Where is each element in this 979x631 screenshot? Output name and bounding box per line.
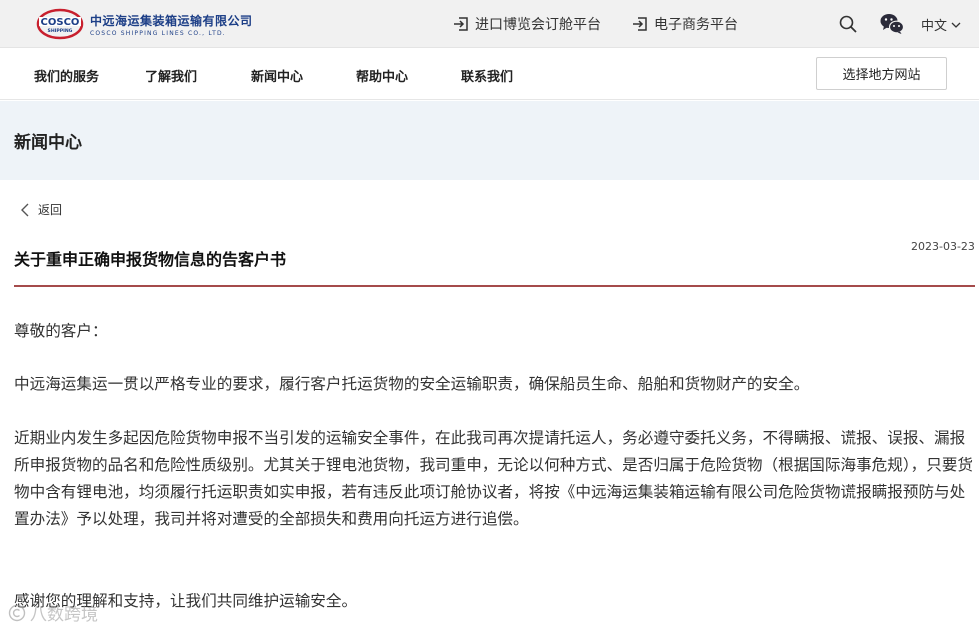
- title-divider: [14, 285, 975, 287]
- chevron-left-icon: [21, 203, 29, 216]
- company-logo[interactable]: COSCO SHIPPING 中远海运集装箱运输有限公司 COSCO SHIPP…: [36, 8, 253, 40]
- main-nav: 我们的服务 了解我们 新闻中心 帮助中心 联系我们 选择地方网站: [0, 48, 979, 100]
- copyright-icon: [8, 604, 26, 621]
- article-paragraph: 尊敬的客户：: [14, 322, 108, 340]
- expo-booking-label: 进口博览会订舱平台: [475, 17, 601, 33]
- svg-text:SHIPPING: SHIPPING: [48, 28, 73, 34]
- language-selector[interactable]: 中文: [921, 15, 961, 34]
- wechat-icon[interactable]: [880, 13, 904, 35]
- back-link[interactable]: 返回: [20, 201, 62, 218]
- page-title: 新闻中心: [14, 133, 82, 153]
- chevron-down-icon: [951, 22, 961, 28]
- article-title: 关于重申正确申报货物信息的告客户书: [14, 250, 287, 269]
- top-bar: COSCO SHIPPING 中远海运集装箱运输有限公司 COSCO SHIPP…: [0, 0, 979, 48]
- article-paragraph: 近期业内发生多起因危险货物申报不当引发的运输安全事件，在此我司再次提请托运人，务…: [14, 429, 974, 528]
- article-date: 2023-03-23: [911, 240, 975, 253]
- ecommerce-link[interactable]: 电子商务平台: [632, 14, 738, 34]
- back-label: 返回: [38, 203, 63, 217]
- watermark-text: 八数跨境: [30, 605, 98, 625]
- ecommerce-label: 电子商务平台: [654, 17, 738, 33]
- nav-item-services[interactable]: 我们的服务: [34, 66, 99, 85]
- company-name-en: COSCO SHIPPING LINES CO., LTD.: [90, 29, 226, 37]
- company-name-cn: 中远海运集装箱运输有限公司: [90, 13, 253, 28]
- expo-booking-link[interactable]: 进口博览会订舱平台: [453, 14, 601, 34]
- nav-item-help[interactable]: 帮助中心: [356, 66, 408, 85]
- nav-item-news[interactable]: 新闻中心: [251, 66, 303, 85]
- search-icon[interactable]: [838, 14, 858, 34]
- cosco-logo-icon: COSCO SHIPPING: [36, 8, 84, 40]
- nav-item-about[interactable]: 了解我们: [145, 66, 197, 85]
- svg-text:COSCO: COSCO: [41, 17, 80, 28]
- language-label: 中文: [921, 19, 948, 34]
- login-icon: [633, 17, 647, 31]
- watermark: 八数跨境: [8, 600, 98, 625]
- article-paragraph: 中远海运集运一贯以严格专业的要求，履行客户托运货物的安全运输职责，确保船员生命、…: [14, 375, 810, 393]
- article-paragraph: 感谢您的理解和支持，让我们共同维护运输安全。: [14, 592, 358, 610]
- section-banner: 新闻中心: [0, 101, 979, 180]
- select-region-button[interactable]: 选择地方网站: [816, 57, 947, 90]
- nav-item-contact[interactable]: 联系我们: [461, 66, 513, 85]
- login-icon: [454, 17, 468, 31]
